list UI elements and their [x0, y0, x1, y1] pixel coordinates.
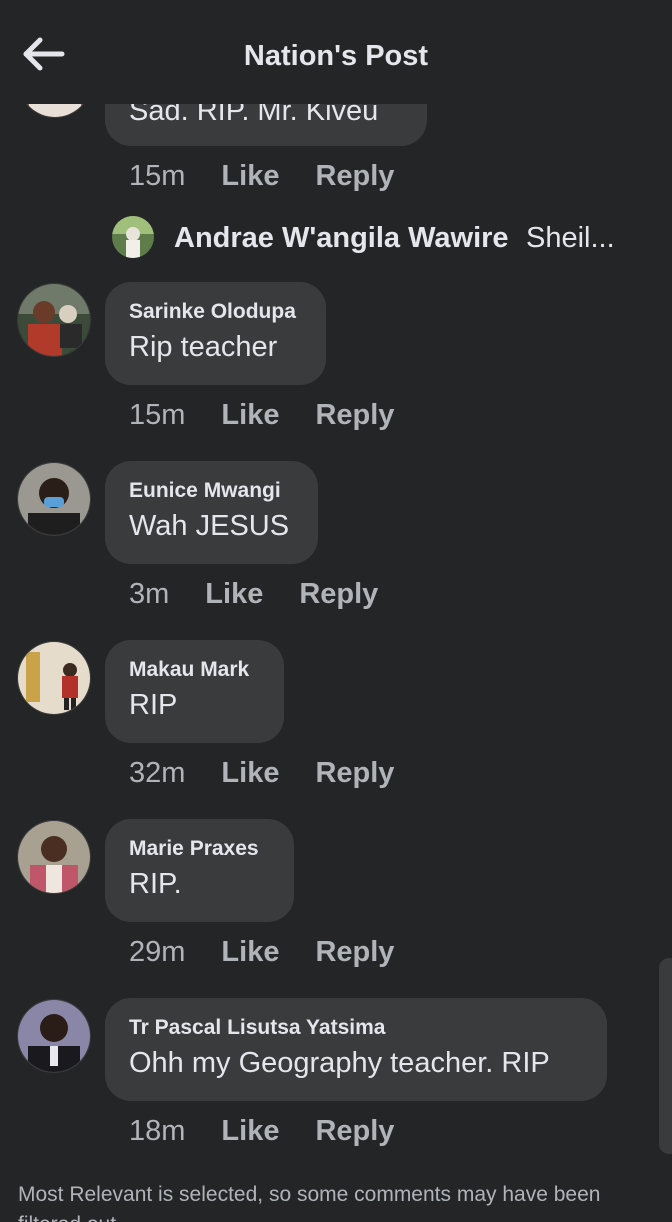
comment-actions: 3m Like Reply [129, 578, 378, 611]
comment-author[interactable]: Marie Praxes [129, 837, 270, 861]
comment-time: 15m [129, 160, 186, 192]
reply-button[interactable]: Reply [315, 1115, 394, 1148]
comment-text: RIP. [129, 868, 182, 900]
top-bar: Nation's Post [0, 0, 672, 104]
avatar[interactable] [17, 462, 91, 536]
like-button[interactable]: Like [221, 1115, 279, 1148]
like-button[interactable]: Like [221, 160, 279, 193]
comment-time: 29m [129, 936, 186, 968]
comment-time: 15m [129, 399, 186, 431]
reply-button[interactable]: Reply [315, 399, 394, 432]
comment-bubble[interactable]: Marie Praxes RIP. [105, 819, 294, 922]
avatar[interactable] [17, 283, 91, 357]
comment-text: RIP [129, 689, 178, 721]
reply-button[interactable]: Reply [299, 578, 378, 611]
comment-author[interactable]: Makau Mark [129, 658, 260, 682]
reply-button[interactable]: Reply [315, 160, 394, 193]
comment-text: Wah JESUS [129, 510, 290, 542]
filter-notice: Most Relevant is selected, so some comme… [18, 1183, 601, 1222]
reply-snippet: Sheil... [526, 222, 615, 254]
comment-actions: 18m Like Reply [129, 1115, 394, 1148]
comment-author[interactable]: Eunice Mwangi [129, 479, 294, 503]
scrollbar[interactable] [659, 958, 672, 1154]
comment-actions: 29m Like Reply [129, 936, 394, 969]
reply-author: Andrae W'angila Wawire [174, 222, 509, 254]
like-button[interactable]: Like [221, 399, 279, 432]
comment-text: Ohh my Geography teacher. RIP [129, 1047, 550, 1079]
avatar[interactable] [17, 820, 91, 894]
comment-author[interactable]: Tr Pascal Lisutsa Yatsima [129, 1016, 583, 1040]
comments-feed[interactable]: Sad. RIP. Mr. Kiveu 15m Like Reply Andrae … [0, 0, 672, 1222]
comment-actions: 32m Like Reply [129, 757, 394, 790]
like-button[interactable]: Like [205, 578, 263, 611]
comment-time: 3m [129, 578, 170, 610]
comment-author[interactable]: Sarinke Olodupa [129, 300, 302, 324]
comment-time: 32m [129, 757, 186, 789]
avatar[interactable] [17, 641, 91, 715]
avatar[interactable] [17, 999, 91, 1073]
comment-bubble[interactable]: Eunice Mwangi Wah JESUS [105, 461, 318, 564]
comment-text: Rip teacher [129, 331, 278, 363]
comment-actions: 15m Like Reply [129, 160, 394, 193]
like-button[interactable]: Like [221, 936, 279, 969]
comment-time: 18m [129, 1115, 186, 1147]
page-title: Nation's Post [243, 40, 429, 72]
comment-bubble[interactable]: Makau Mark RIP [105, 640, 284, 743]
like-button[interactable]: Like [221, 757, 279, 790]
reply-avatar [112, 216, 154, 258]
comment-actions: 15m Like Reply [129, 399, 394, 432]
reply-button[interactable]: Reply [315, 757, 394, 790]
reply-button[interactable]: Reply [315, 936, 394, 969]
comment-bubble[interactable]: Tr Pascal Lisutsa Yatsima Ohh my Geograp… [105, 998, 607, 1101]
comment-bubble[interactable]: Sarinke Olodupa Rip teacher [105, 282, 326, 385]
